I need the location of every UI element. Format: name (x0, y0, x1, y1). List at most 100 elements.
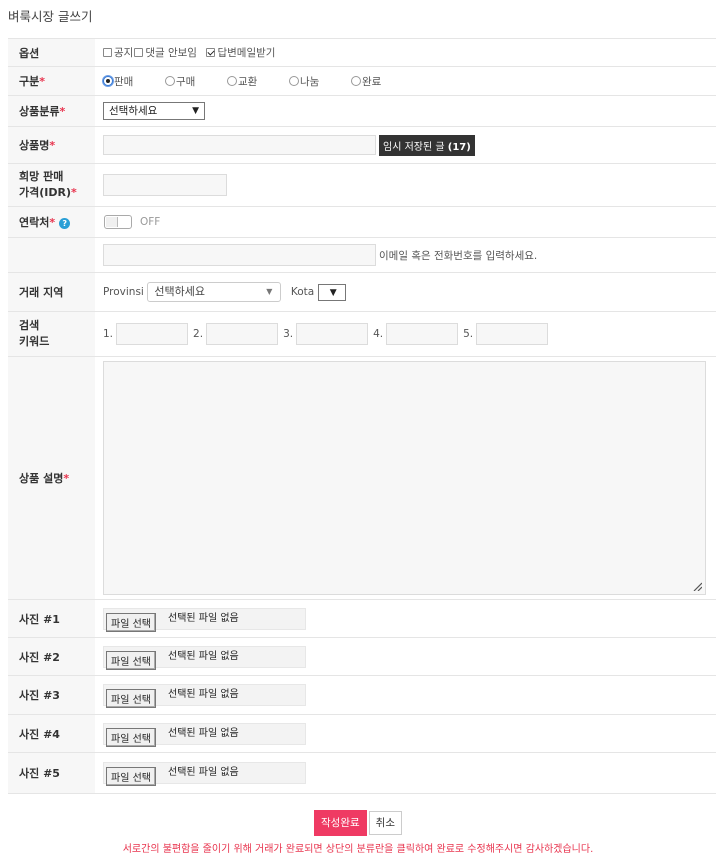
photo-field: 파일 선택 선택된 파일 없음 (95, 714, 716, 753)
photo-label: 사진 #1 (8, 599, 95, 638)
file-select-button[interactable]: 파일 선택 (106, 650, 156, 670)
required-mark: * (71, 186, 77, 199)
category-choice-label: 판매 (114, 75, 134, 88)
file-select-button[interactable]: 파일 선택 (106, 727, 156, 747)
row-category: 구분* 판매 구매 교환 나눔 완료 (8, 66, 716, 96)
product-name-input[interactable] (103, 135, 376, 155)
footer-notice: 서로간의 불편함을 줄이기 위해 거래가 완료되면 상단의 분류란을 클릭하여 … (122, 844, 594, 855)
keywords-label-line1: 검색 (19, 319, 40, 332)
required-mark: * (39, 75, 46, 88)
write-form: 옵션 공지 댓글 안보임 답변메일받기 구분* 판매 구매 교환 나눔 완료 상품분류* … (8, 38, 716, 794)
price-label-line1: 희망 판매 (19, 170, 64, 183)
category-option-sale[interactable]: 판매 (103, 74, 165, 89)
caret-down-icon: ▼ (192, 106, 199, 116)
region-field: Provinsi 선택하세요 ▼ Kota ▼ (95, 272, 716, 312)
radio-icon (351, 75, 361, 86)
radio-icon (289, 75, 299, 86)
keyword-number: 2. (193, 328, 204, 340)
contact-input[interactable] (103, 244, 376, 266)
category-option-buy[interactable]: 구매 (165, 74, 227, 89)
contact-field: OFF (95, 206, 716, 238)
photo-file-input-3[interactable]: 파일 선택 선택된 파일 없음 (103, 684, 306, 708)
photo-label: 사진 #4 (8, 714, 95, 753)
form-actions: 작성완료 취소 (0, 810, 716, 836)
radio-icon (165, 75, 175, 86)
reply-email-checkbox[interactable] (206, 47, 216, 57)
category-choice-label: 완료 (362, 75, 382, 88)
options-field: 공지 댓글 안보임 답변메일받기 (95, 38, 716, 67)
keyword-input-2[interactable] (206, 323, 279, 345)
description-label: 상품 설명* (8, 356, 95, 600)
toggle-state: OFF (140, 216, 161, 228)
photo-field: 파일 선택 선택된 파일 없음 (95, 637, 716, 676)
saved-drafts-badge[interactable]: 임시 저장된 글 (17) (379, 134, 475, 156)
saved-drafts-count: (17) (447, 141, 471, 153)
category-option-done[interactable]: 완료 (351, 74, 413, 89)
file-select-button[interactable]: 파일 선택 (106, 612, 156, 632)
photo-label: 사진 #2 (8, 637, 95, 676)
photo-file-input-1[interactable]: 파일 선택 선택된 파일 없음 (103, 607, 306, 632)
keyword-number: 3. (283, 328, 294, 340)
keyword-input-5[interactable] (476, 323, 549, 345)
product-class-selected: 선택하세요 (109, 105, 158, 117)
keyword-number: 5. (463, 328, 474, 340)
submit-button[interactable]: 작성완료 (314, 810, 367, 836)
reply-email-label: 답변메일받기 (217, 47, 276, 59)
contact-input-field: 이메일 혹은 전화번호를 입력하세요. (95, 237, 716, 273)
row-description: 상품 설명* (8, 356, 716, 600)
contact-toggle[interactable] (104, 215, 132, 229)
provinsi-select[interactable]: 선택하세요 ▼ (147, 282, 282, 302)
category-label-text: 구분 (19, 75, 40, 88)
required-mark: * (63, 472, 70, 485)
row-options: 옵션 공지 댓글 안보임 답변메일받기 (8, 38, 716, 67)
photo-file-input-5[interactable]: 파일 선택 선택된 파일 없음 (103, 762, 306, 786)
row-product-name: 상품명* 임시 저장된 글 (17) (8, 126, 716, 164)
category-option-exchange[interactable]: 교환 (227, 74, 289, 89)
product-class-select[interactable]: 선택하세요 ▼ (103, 102, 205, 120)
price-label: 희망 판매 가격(IDR)* (8, 163, 95, 207)
photo-field: 파일 선택 선택된 파일 없음 (95, 675, 716, 715)
category-choice-label: 교환 (238, 75, 258, 88)
row-photo-3: 사진 #3 파일 선택 선택된 파일 없음 (8, 675, 716, 715)
required-mark: * (59, 105, 66, 118)
contact-label: 연락처*? (8, 206, 95, 238)
row-photo-1: 사진 #1 파일 선택 선택된 파일 없음 (8, 599, 716, 638)
product-name-label-text: 상품명 (19, 139, 50, 152)
help-icon[interactable]: ? (59, 218, 71, 229)
file-select-button[interactable]: 파일 선택 (106, 689, 156, 708)
keyword-number: 1. (103, 328, 114, 340)
keyword-input-3[interactable] (296, 323, 369, 345)
product-class-label-text: 상품분류 (19, 105, 60, 118)
notice-label: 공지 (114, 47, 134, 59)
category-choice-label: 구매 (176, 75, 196, 88)
row-photo-2: 사진 #2 파일 선택 선택된 파일 없음 (8, 637, 716, 676)
hide-comments-label: 댓글 안보임 (145, 47, 197, 59)
keyword-input-1[interactable] (116, 323, 189, 345)
file-select-button[interactable]: 파일 선택 (106, 767, 156, 786)
photo-label: 사진 #5 (8, 752, 95, 794)
keyword-input-4[interactable] (386, 323, 459, 345)
provinsi-label: Provinsi (103, 286, 144, 298)
hide-comments-checkbox[interactable] (134, 47, 144, 57)
no-file-text: 선택된 파일 없음 (168, 689, 239, 700)
description-textarea[interactable] (103, 361, 706, 595)
row-photo-5: 사진 #5 파일 선택 선택된 파일 없음 (8, 752, 716, 794)
photo-file-input-2[interactable]: 파일 선택 선택된 파일 없음 (103, 645, 306, 670)
price-input[interactable] (103, 174, 227, 196)
category-field: 판매 구매 교환 나눔 완료 (95, 66, 716, 96)
notice-checkbox[interactable] (103, 47, 112, 57)
photo-file-input-4[interactable]: 파일 선택 선택된 파일 없음 (103, 722, 306, 747)
category-option-share[interactable]: 나눔 (289, 74, 351, 89)
cancel-button[interactable]: 취소 (368, 811, 402, 835)
empty-label (8, 237, 95, 273)
row-contact-input: 이메일 혹은 전화번호를 입력하세요. (8, 237, 716, 273)
product-name-label: 상품명* (8, 126, 95, 164)
region-label: 거래 지역 (8, 272, 95, 312)
photo-field: 파일 선택 선택된 파일 없음 (95, 599, 716, 638)
kota-select[interactable]: ▼ (317, 283, 346, 301)
row-keywords: 검색 키워드 1. 2. 3. 4. 5. (8, 311, 716, 357)
caret-down-icon: ▼ (329, 287, 337, 298)
resize-grip-icon[interactable] (692, 581, 702, 591)
keywords-label-line2: 키워드 (19, 335, 50, 348)
product-class-field: 선택하세요 ▼ (95, 95, 716, 127)
